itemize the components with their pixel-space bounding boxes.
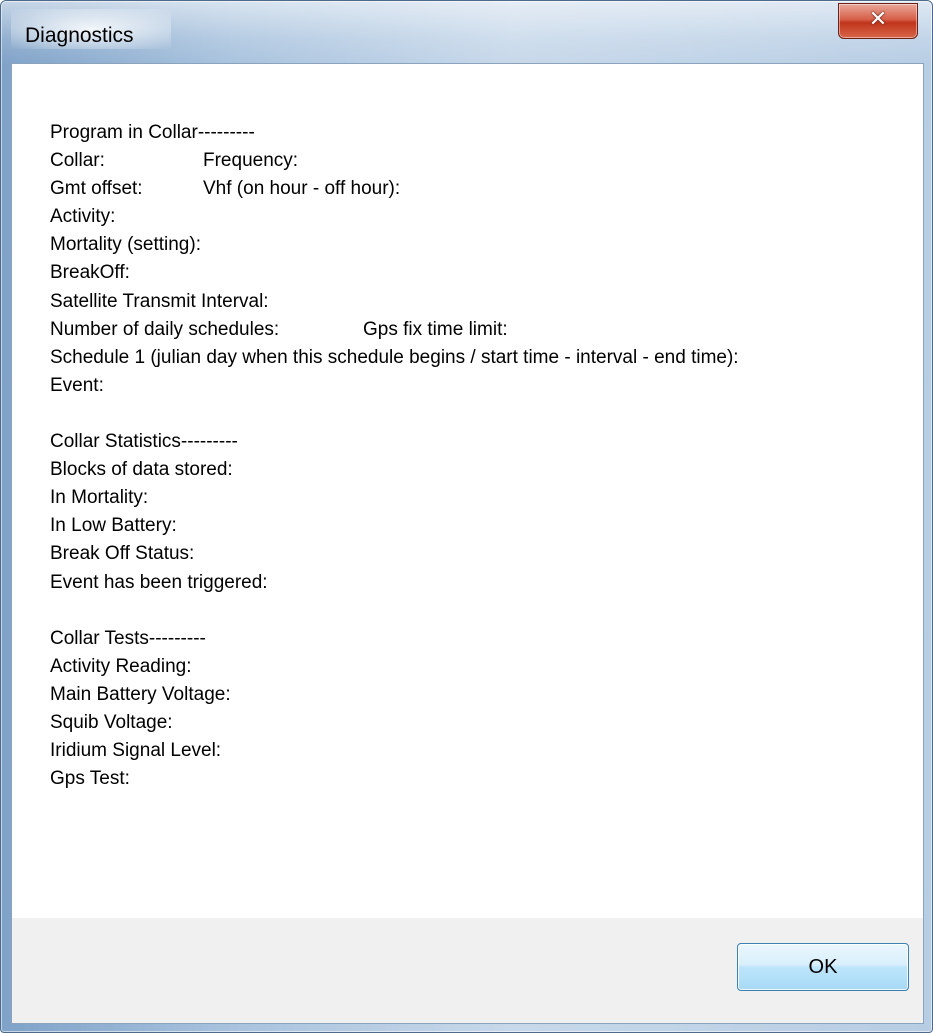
iridium-signal-label: Iridium Signal Level: bbox=[50, 740, 222, 762]
tests-heading: Collar Tests--------- bbox=[50, 627, 206, 649]
gmt-vhf-row: Gmt offset: Vhf (on hour - off hour): bbox=[50, 175, 880, 203]
blocks-stored-label: Blocks of data stored: bbox=[50, 459, 233, 481]
ok-button[interactable]: OK bbox=[737, 943, 909, 991]
vhf-label: Vhf (on hour - off hour): bbox=[203, 178, 401, 200]
diagnostics-text: Program in Collar--------- Collar: Freque… bbox=[50, 119, 880, 793]
daily-schedules-label: Number of daily schedules: bbox=[50, 318, 280, 340]
gps-fix-limit-label: Gps fix time limit: bbox=[363, 318, 508, 340]
window-title: Diagnostics bbox=[25, 24, 134, 47]
mortality-setting-label: Mortality (setting): bbox=[50, 234, 201, 256]
diagnostics-content: Program in Collar--------- Collar: Freque… bbox=[12, 64, 923, 920]
in-mortality-label: In Mortality: bbox=[50, 487, 149, 509]
statistics-heading: Collar Statistics--------- bbox=[50, 431, 238, 453]
schedule-1-label: Schedule 1 (julian day when this schedul… bbox=[50, 346, 739, 368]
break-off-status-label: Break Off Status: bbox=[50, 543, 195, 565]
diagnostics-window: Diagnostics ✕ Program in Collar---------… bbox=[0, 0, 933, 1033]
title-bar[interactable]: Diagnostics ✕ bbox=[1, 1, 932, 63]
dialog-footer: OK bbox=[12, 918, 923, 1023]
dialog-client-area: Program in Collar--------- Collar: Freque… bbox=[11, 63, 924, 1024]
event-triggered-label: Event has been triggered: bbox=[50, 571, 268, 593]
collar-frequency-row: Collar: Frequency: bbox=[50, 147, 880, 175]
event-label: Event: bbox=[50, 374, 104, 396]
in-low-battery-label: In Low Battery: bbox=[50, 515, 177, 537]
breakoff-label: BreakOff: bbox=[50, 262, 130, 284]
frequency-label: Frequency: bbox=[203, 150, 299, 172]
activity-label: Activity: bbox=[50, 206, 116, 228]
close-button[interactable]: ✕ bbox=[838, 3, 918, 39]
squib-voltage-label: Squib Voltage: bbox=[50, 711, 173, 733]
satellite-interval-label: Satellite Transmit Interval: bbox=[50, 290, 269, 312]
collar-label: Collar: bbox=[50, 150, 105, 172]
gps-test-label: Gps Test: bbox=[50, 768, 130, 790]
main-battery-voltage-label: Main Battery Voltage: bbox=[50, 683, 231, 705]
close-icon: ✕ bbox=[868, 7, 888, 32]
schedules-fix-row: Number of daily schedules: Gps fix time l… bbox=[50, 316, 880, 344]
activity-reading-label: Activity Reading: bbox=[50, 655, 192, 677]
gmt-offset-label: Gmt offset: bbox=[50, 178, 143, 200]
program-heading: Program in Collar--------- bbox=[50, 122, 255, 143]
